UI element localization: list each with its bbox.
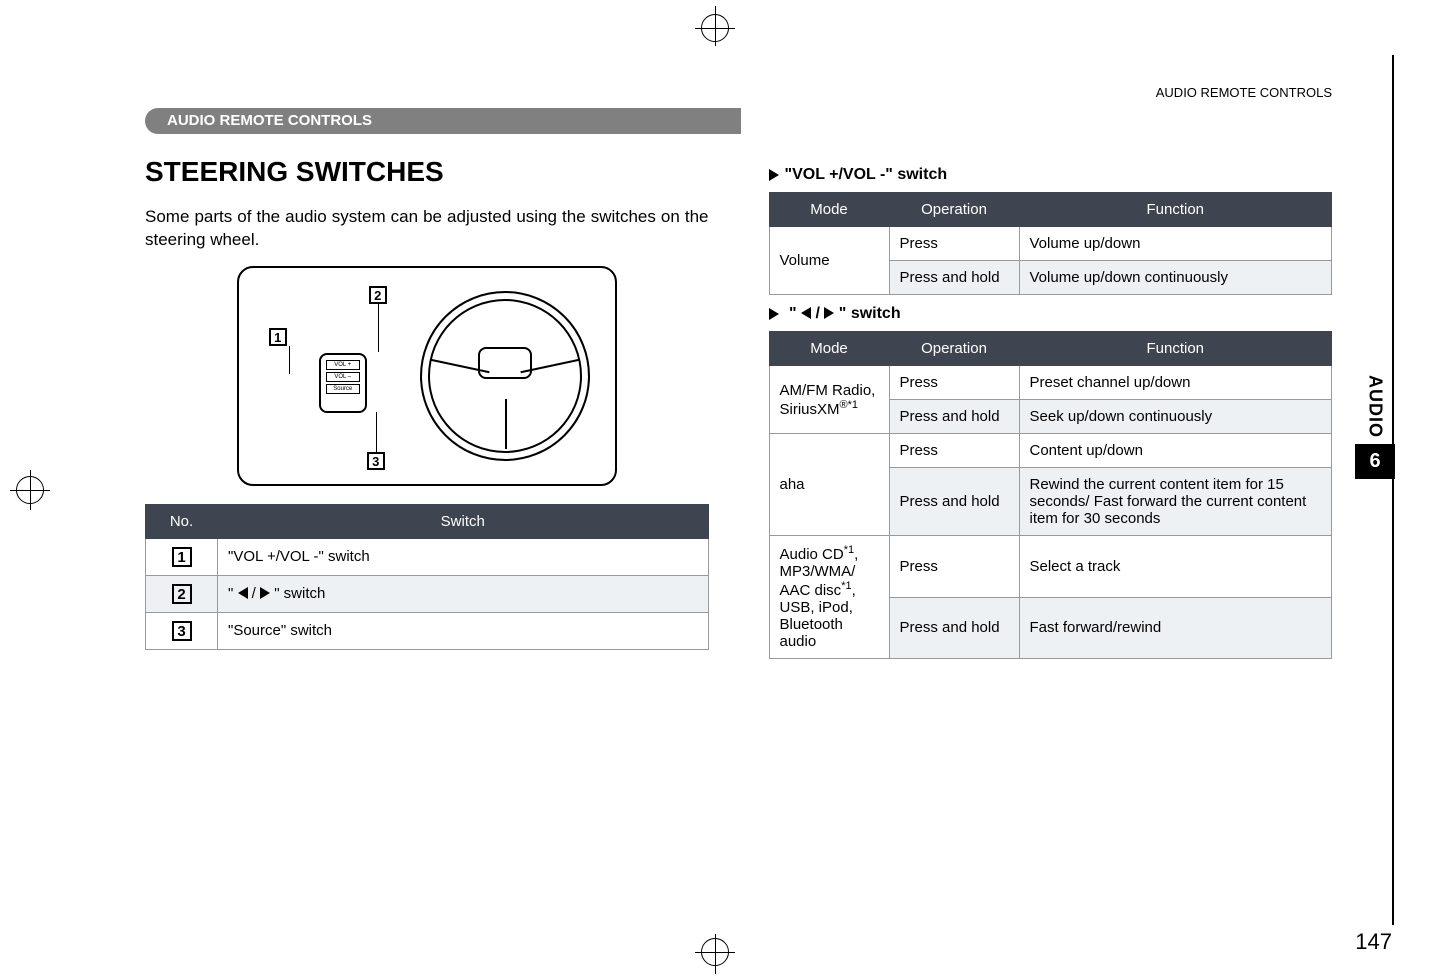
cell-mode-part: Audio CD	[780, 546, 844, 563]
pad-vol-dn: VOL –	[326, 372, 360, 382]
row-label: " / " switch	[218, 575, 709, 612]
pad-vol-up: VOL +	[326, 360, 360, 370]
cell-fn: Seek up/down continuously	[1019, 400, 1332, 434]
th-mode: Mode	[769, 193, 889, 227]
cell-fn: Fast forward/rewind	[1019, 597, 1332, 659]
chapter-side-tab: AUDIO 6	[1355, 375, 1395, 479]
cell-op: Press	[889, 434, 1019, 468]
cell-op: Press	[889, 366, 1019, 400]
row-label-suffix: " switch	[274, 585, 325, 602]
steering-wheel-diagram: VOL + VOL – Source 1 2 3	[237, 266, 617, 486]
arrow-left-icon	[801, 307, 811, 319]
th-no: No.	[146, 504, 218, 538]
section-heading-text: AUDIO REMOTE CONTROLS	[167, 112, 372, 129]
vol-switch-heading-text: "VOL +/VOL -" switch	[785, 166, 948, 183]
cell-mode: Audio CD*1, MP3/WMA/ AAC disc*1, USB, iP…	[769, 536, 889, 659]
row-num: 1	[172, 547, 192, 567]
table-row: AM/FM Radio, SiriusXM®*1 Press Preset ch…	[769, 366, 1332, 400]
callout-2: 2	[369, 286, 387, 304]
steering-wheel-icon	[420, 291, 590, 461]
th-function: Function	[1019, 332, 1332, 366]
table-row: aha Press Content up/down	[769, 434, 1332, 468]
arrow-switch-table: Mode Operation Function AM/FM Radio, Sir…	[769, 331, 1333, 659]
cell-fn: Volume up/down continuously	[1019, 261, 1332, 295]
arrow-head-suffix: " switch	[839, 305, 901, 322]
running-header: AUDIO REMOTE CONTROLS	[145, 85, 1332, 100]
arrow-head-mid: /	[815, 305, 824, 322]
cell-op: Press and hold	[889, 400, 1019, 434]
chapter-label: AUDIO	[1365, 375, 1386, 438]
arrow-right-icon	[824, 307, 834, 319]
th-operation: Operation	[889, 193, 1019, 227]
arrow-switch-heading: " / " switch	[769, 305, 1333, 323]
table-row: 3 "Source" switch	[146, 612, 709, 649]
row-label: "Source" switch	[218, 612, 709, 649]
cell-mode: Volume	[769, 227, 889, 295]
cell-mode: AM/FM Radio, SiriusXM®*1	[769, 366, 889, 434]
row-label: "VOL +/VOL -" switch	[218, 538, 709, 575]
cell-op: Press	[889, 536, 1019, 598]
table-row: Volume Press Volume up/down	[769, 227, 1332, 261]
row-label-prefix: "	[228, 585, 238, 602]
arrow-left-icon	[238, 587, 248, 599]
arrow-right-icon	[260, 587, 270, 599]
table-row: Audio CD*1, MP3/WMA/ AAC disc*1, USB, iP…	[769, 536, 1332, 598]
cell-mode-text: AM/FM Radio, SiriusXM	[780, 382, 876, 418]
th-mode: Mode	[769, 332, 889, 366]
table-row: 2 " / " switch	[146, 575, 709, 612]
chapter-number: 6	[1355, 444, 1395, 479]
cell-fn: Content up/down	[1019, 434, 1332, 468]
cell-fn: Rewind the current content item for 15 s…	[1019, 468, 1332, 536]
th-function: Function	[1019, 193, 1332, 227]
cell-op: Press	[889, 227, 1019, 261]
cell-op: Press and hold	[889, 468, 1019, 536]
callout-3: 3	[367, 452, 385, 470]
cell-fn: Preset channel up/down	[1019, 366, 1332, 400]
row-num: 2	[172, 584, 192, 604]
vol-switch-heading: "VOL +/VOL -" switch	[769, 166, 1333, 184]
cell-mode-sup: *1	[841, 580, 851, 592]
callout-1: 1	[269, 328, 287, 346]
arrow-head-prefix: "	[789, 305, 801, 322]
th-switch: Switch	[218, 504, 709, 538]
section-heading-bar: AUDIO REMOTE CONTROLS	[145, 108, 1332, 134]
triangle-icon	[769, 308, 779, 320]
page-title: STEERING SWITCHES	[145, 156, 709, 188]
cell-fn: Volume up/down	[1019, 227, 1332, 261]
triangle-icon	[769, 169, 779, 181]
vol-switch-table: Mode Operation Function Volume Press Vol…	[769, 192, 1333, 295]
intro-paragraph: Some parts of the audio system can be ad…	[145, 206, 709, 252]
table-row: 1 "VOL +/VOL -" switch	[146, 538, 709, 575]
row-num: 3	[172, 621, 192, 641]
control-pad: VOL + VOL – Source	[319, 353, 367, 413]
th-operation: Operation	[889, 332, 1019, 366]
cell-mode-sup: ®*1	[840, 399, 859, 411]
switch-legend-table: No. Switch 1 "VOL +/VOL -" switch 2 "	[145, 504, 709, 650]
row-label-mid: /	[252, 585, 260, 602]
pad-source: Source	[326, 384, 360, 394]
cell-op: Press and hold	[889, 597, 1019, 659]
cell-op: Press and hold	[889, 261, 1019, 295]
cell-mode: aha	[769, 434, 889, 536]
page-number: 147	[1355, 929, 1392, 955]
cell-mode-sup: *1	[844, 544, 854, 556]
cell-fn: Select a track	[1019, 536, 1332, 598]
